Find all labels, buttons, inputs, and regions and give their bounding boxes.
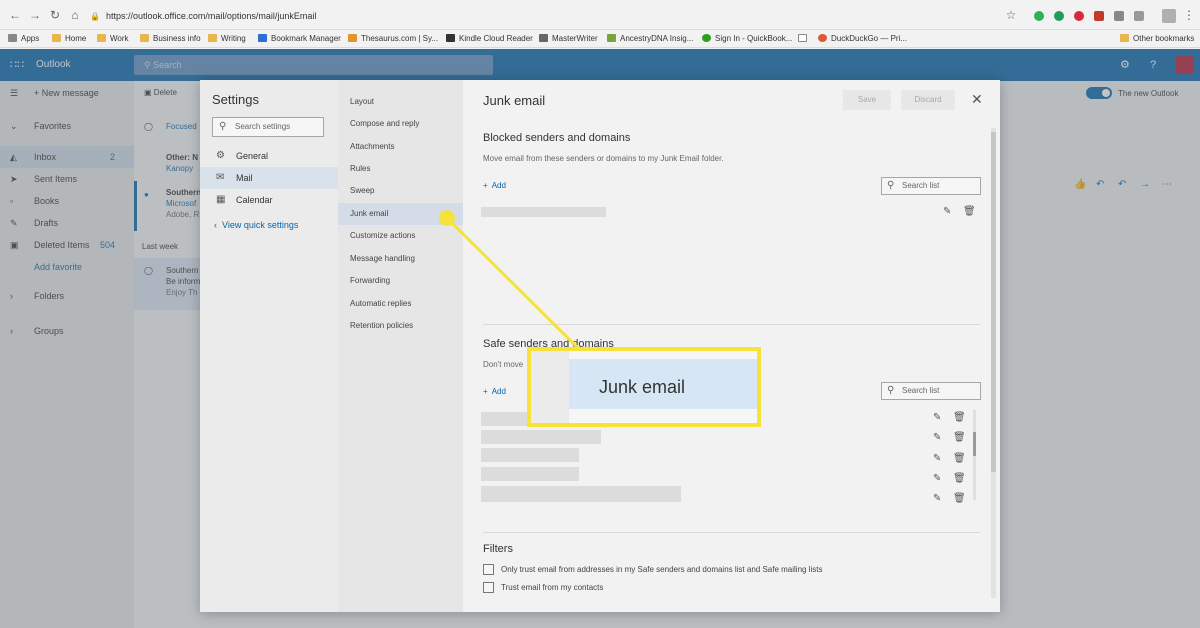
zoom-sidebar [531, 351, 569, 423]
zoom-callout: Junk email [527, 347, 761, 427]
callout-dot [439, 210, 455, 226]
callout-pointer [439, 210, 582, 352]
callout-line [445, 216, 582, 352]
zoom-label: Junk email [599, 377, 686, 397]
